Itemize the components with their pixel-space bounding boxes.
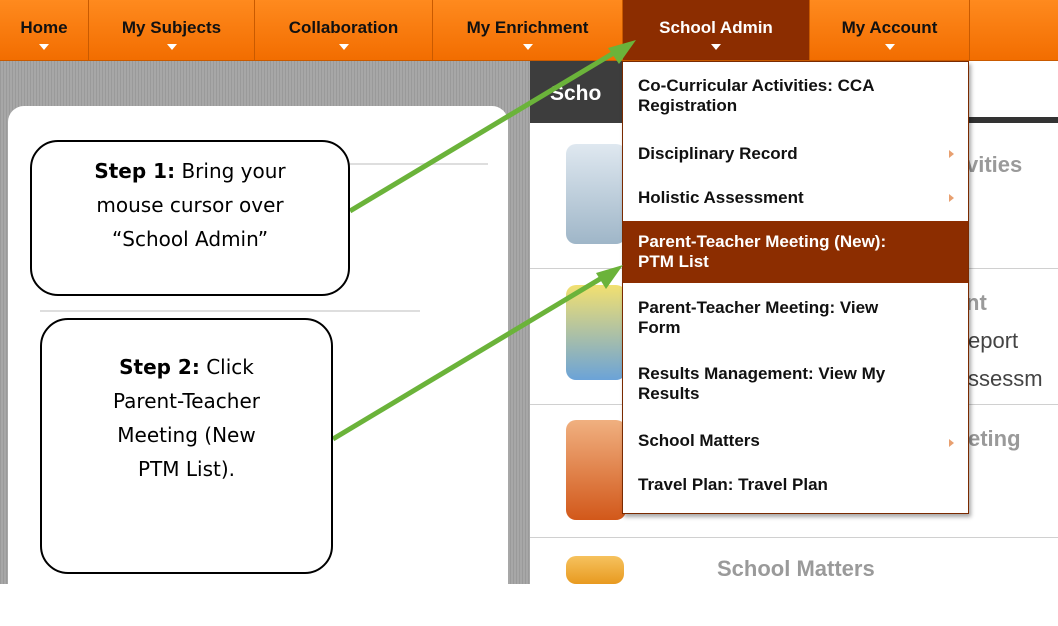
step1-label: Step 1: xyxy=(94,159,176,183)
step1-text-line: mouse cursor over xyxy=(96,193,284,217)
step2-arrowhead-icon xyxy=(596,265,623,289)
step2-text-line: Click xyxy=(206,355,254,379)
step2-callout: Step 2: Click Parent-Teacher Meeting (Ne… xyxy=(40,318,333,574)
step1-arrow-line xyxy=(348,45,624,214)
step2-text-line: PTM List). xyxy=(137,457,235,481)
step1-text-line: “School Admin” xyxy=(111,227,269,251)
step1-text-line: Bring your xyxy=(181,159,286,183)
step2-text-line: Parent-Teacher xyxy=(113,389,260,413)
step2-text-line: Meeting (New xyxy=(117,423,256,447)
step2-label: Step 2: xyxy=(119,355,200,379)
step2-arrow-line xyxy=(331,270,612,442)
step1-arrowhead-icon xyxy=(608,40,636,64)
step1-callout: Step 1: Bring your mouse cursor over “Sc… xyxy=(30,140,350,296)
